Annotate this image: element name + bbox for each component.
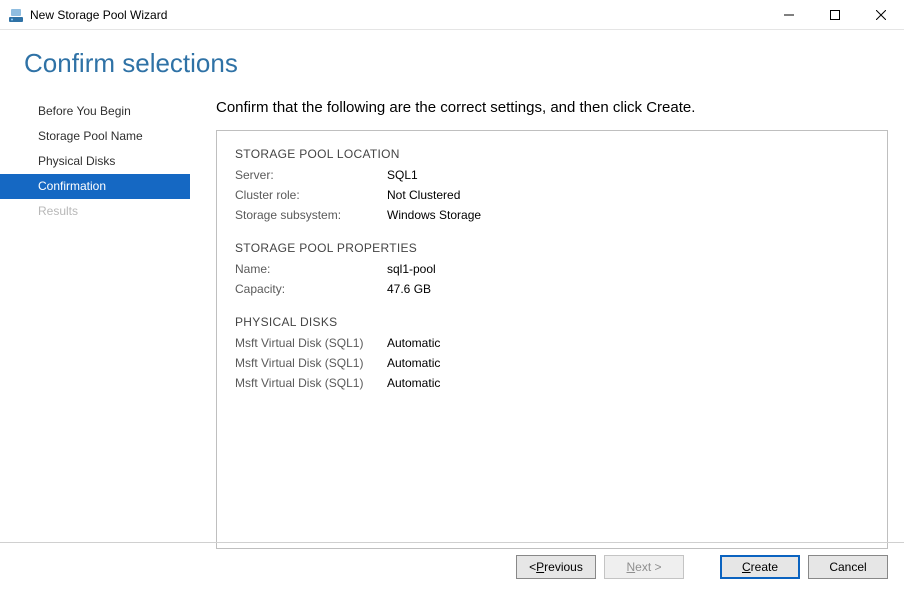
cancel-label: Cancel	[829, 560, 866, 574]
storage-wizard-icon	[8, 7, 24, 23]
kv-value: SQL1	[387, 165, 418, 185]
kv-row: Msft Virtual Disk (SQL1)Automatic	[235, 333, 869, 353]
wizard-nav-item[interactable]: Storage Pool Name	[0, 124, 190, 149]
close-button[interactable]	[858, 0, 904, 30]
next-mnemonic: N	[626, 560, 635, 574]
confirm-section: PHYSICAL DISKS Msft Virtual Disk (SQL1)Au…	[235, 315, 869, 393]
wizard-nav-item-label: Before You Begin	[38, 104, 131, 118]
confirm-section: STORAGE POOL LOCATION Server:SQL1Cluster …	[235, 147, 869, 225]
kv-value: 47.6 GB	[387, 279, 431, 299]
kv-label: Msft Virtual Disk (SQL1)	[235, 353, 387, 373]
section-title: STORAGE POOL PROPERTIES	[235, 241, 869, 255]
kv-label: Cluster role:	[235, 185, 387, 205]
kv-label: Server:	[235, 165, 387, 185]
confirm-section: STORAGE POOL PROPERTIES Name:sql1-poolCap…	[235, 241, 869, 299]
section-title: STORAGE POOL LOCATION	[235, 147, 869, 161]
wizard-nav-item-label: Physical Disks	[38, 154, 115, 168]
previous-mnemonic: P	[536, 560, 544, 574]
create-mnemonic: C	[742, 560, 751, 574]
kv-label: Storage subsystem:	[235, 205, 387, 225]
kv-row: Msft Virtual Disk (SQL1)Automatic	[235, 353, 869, 373]
kv-label: Msft Virtual Disk (SQL1)	[235, 333, 387, 353]
wizard-nav-item-label: Results	[38, 204, 78, 218]
wizard-nav-sidebar: Before You Begin Storage Pool Name Physica…	[0, 95, 190, 549]
wizard-nav-item[interactable]: Physical Disks	[0, 149, 190, 174]
kv-label: Msft Virtual Disk (SQL1)	[235, 373, 387, 393]
create-button[interactable]: Create	[720, 555, 800, 579]
title-bar: New Storage Pool Wizard	[0, 0, 904, 30]
page-heading: Confirm selections	[24, 48, 904, 79]
kv-row: Capacity:47.6 GB	[235, 279, 869, 299]
wizard-nav-item-label: Confirmation	[38, 179, 106, 193]
previous-button[interactable]: < Previous	[516, 555, 596, 579]
kv-value: Not Clustered	[387, 185, 460, 205]
kv-label: Name:	[235, 259, 387, 279]
cancel-button[interactable]: Cancel	[808, 555, 888, 579]
window-title: New Storage Pool Wizard	[30, 8, 167, 22]
next-button: Next >	[604, 555, 684, 579]
previous-rest: revious	[544, 560, 583, 574]
kv-row: Server:SQL1	[235, 165, 869, 185]
minimize-button[interactable]	[766, 0, 812, 30]
kv-value: sql1-pool	[387, 259, 436, 279]
wizard-nav-item[interactable]: Confirmation	[0, 174, 190, 199]
page-heading-area: Confirm selections	[0, 30, 904, 95]
instruction-text: Confirm that the following are the corre…	[216, 99, 888, 116]
kv-label: Capacity:	[235, 279, 387, 299]
wizard-nav-item[interactable]: Before You Begin	[0, 99, 190, 124]
kv-value: Automatic	[387, 373, 440, 393]
kv-value: Windows Storage	[387, 205, 481, 225]
previous-prefix: <	[529, 560, 536, 574]
confirm-content-box: STORAGE POOL LOCATION Server:SQL1Cluster …	[216, 130, 888, 549]
next-rest: ext >	[635, 560, 661, 574]
maximize-button[interactable]	[812, 0, 858, 30]
kv-row: Msft Virtual Disk (SQL1)Automatic	[235, 373, 869, 393]
create-rest: reate	[751, 560, 778, 574]
kv-row: Name:sql1-pool	[235, 259, 869, 279]
kv-value: Automatic	[387, 333, 440, 353]
wizard-nav-item: Results	[0, 199, 190, 224]
kv-row: Cluster role:Not Clustered	[235, 185, 869, 205]
kv-row: Storage subsystem:Windows Storage	[235, 205, 869, 225]
kv-value: Automatic	[387, 353, 440, 373]
wizard-footer: < Previous Next > Create Cancel	[0, 542, 904, 590]
wizard-nav-item-label: Storage Pool Name	[38, 129, 143, 143]
section-title: PHYSICAL DISKS	[235, 315, 869, 329]
